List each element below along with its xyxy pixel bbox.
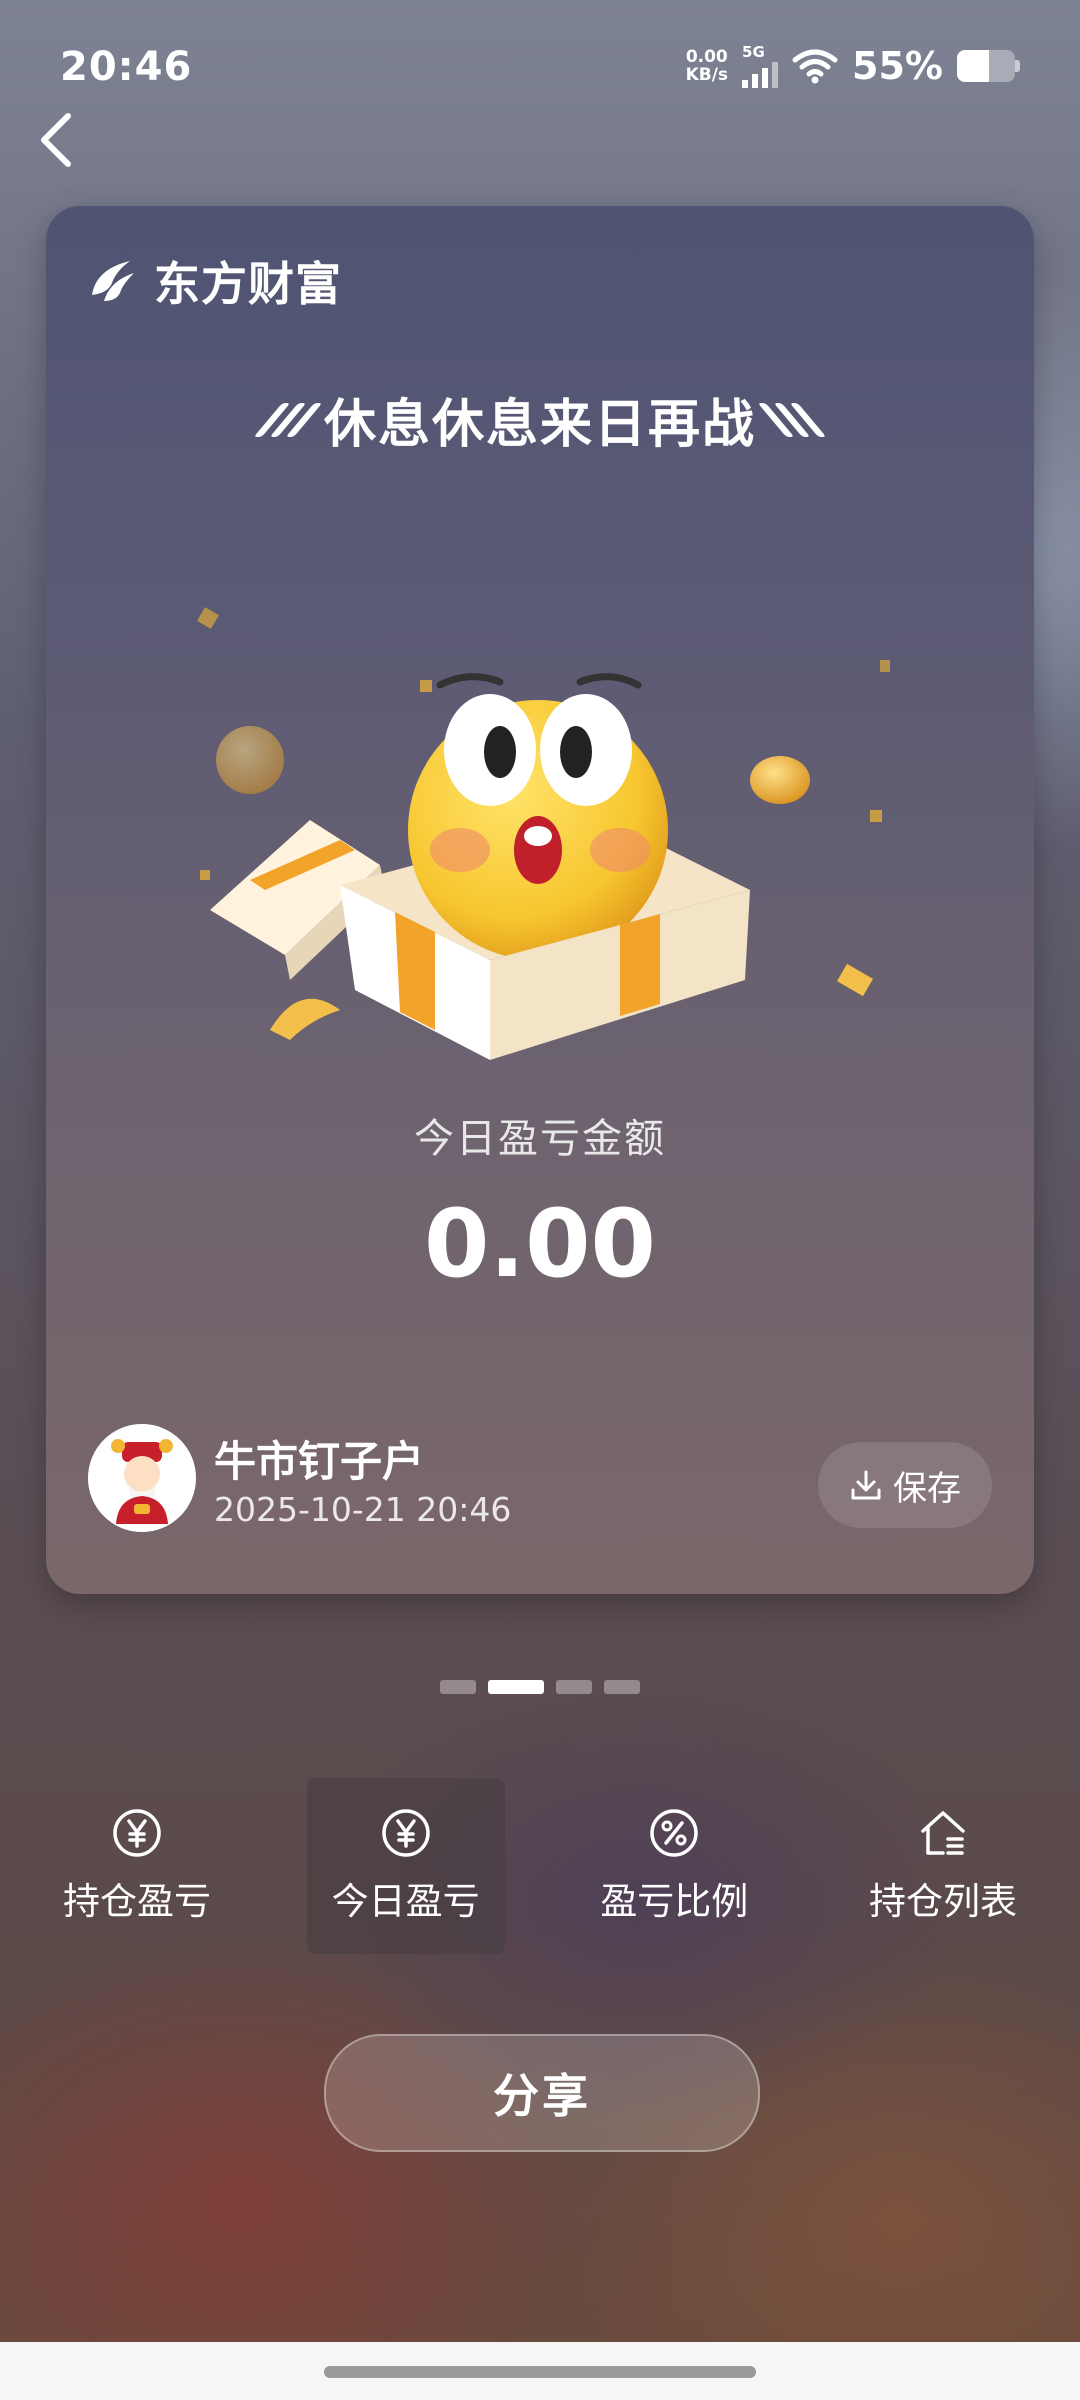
battery-percent: 55% <box>852 44 943 88</box>
network-speed: 0.00 KB/s <box>686 48 728 84</box>
page-indicator <box>0 1680 1080 1694</box>
status-indicators: 0.00 KB/s 5G 55% <box>686 44 1020 88</box>
yen-circle-icon <box>381 1809 430 1857</box>
tab-pnl-ratio[interactable]: 盈亏比例 <box>575 1778 773 1954</box>
network-speed-value: 0.00 <box>685 47 728 67</box>
avatar <box>88 1424 196 1532</box>
tab-position-list[interactable]: 持仓列表 <box>844 1778 1042 1954</box>
home-gesture-handle[interactable] <box>324 2366 756 2378</box>
battery-icon <box>957 50 1015 82</box>
card-type-tabs: 持仓盈亏 今日盈亏 盈亏比例 持仓列表 <box>38 1778 1042 1954</box>
slogan-row: 休息休息来日再战 <box>0 382 1080 457</box>
pnl-value: 0.00 <box>424 1190 656 1299</box>
eastmoney-logo-icon <box>92 261 134 301</box>
cellular-signal-icon: 5G <box>742 42 779 88</box>
surprised-emoji-gift-illustration <box>197 607 890 1060</box>
coin-icon <box>216 726 284 794</box>
share-button[interactable]: 分享 <box>324 2034 760 2152</box>
coin-icon <box>750 756 810 804</box>
username: 牛市钉子户 <box>214 1437 425 1486</box>
network-speed-unit: KB/s <box>685 65 729 85</box>
tab-label: 持仓列表 <box>868 1880 1017 1923</box>
page-dot <box>556 1680 592 1694</box>
tab-label: 今日盈亏 <box>331 1880 480 1923</box>
tab-position-pnl[interactable]: 持仓盈亏 <box>38 1778 236 1954</box>
page-dot <box>488 1680 544 1694</box>
back-arrow-icon[interactable] <box>36 110 76 170</box>
slogan-text: 休息休息来日再战 <box>323 395 756 455</box>
save-label: 保存 <box>893 1468 961 1509</box>
god-of-wealth-avatar-icon <box>88 1424 196 1532</box>
save-button[interactable]: 保存 <box>818 1442 992 1528</box>
status-time: 20:46 <box>60 44 193 90</box>
timestamp: 2025-10-21 20:46 <box>214 1490 512 1529</box>
slogan-left-decoration <box>253 402 323 437</box>
yen-circle-icon <box>113 1809 161 1857</box>
pnl-label: 今日盈亏金额 <box>414 1116 666 1162</box>
brand-header: 东方财富 <box>86 248 342 314</box>
page-dot <box>604 1680 640 1694</box>
tab-label: 盈亏比例 <box>600 1880 749 1923</box>
slogan-right-decoration <box>757 402 827 437</box>
tab-today-pnl[interactable]: 今日盈亏 <box>306 1778 505 1954</box>
download-icon <box>851 1470 881 1500</box>
page-dot <box>440 1680 476 1694</box>
house-list-icon <box>921 1811 965 1855</box>
brand-name: 东方财富 <box>154 257 342 311</box>
percent-circle-icon <box>650 1809 699 1857</box>
tab-label: 持仓盈亏 <box>63 1880 211 1923</box>
wifi-icon <box>792 49 838 84</box>
network-type: 5G <box>742 42 765 61</box>
